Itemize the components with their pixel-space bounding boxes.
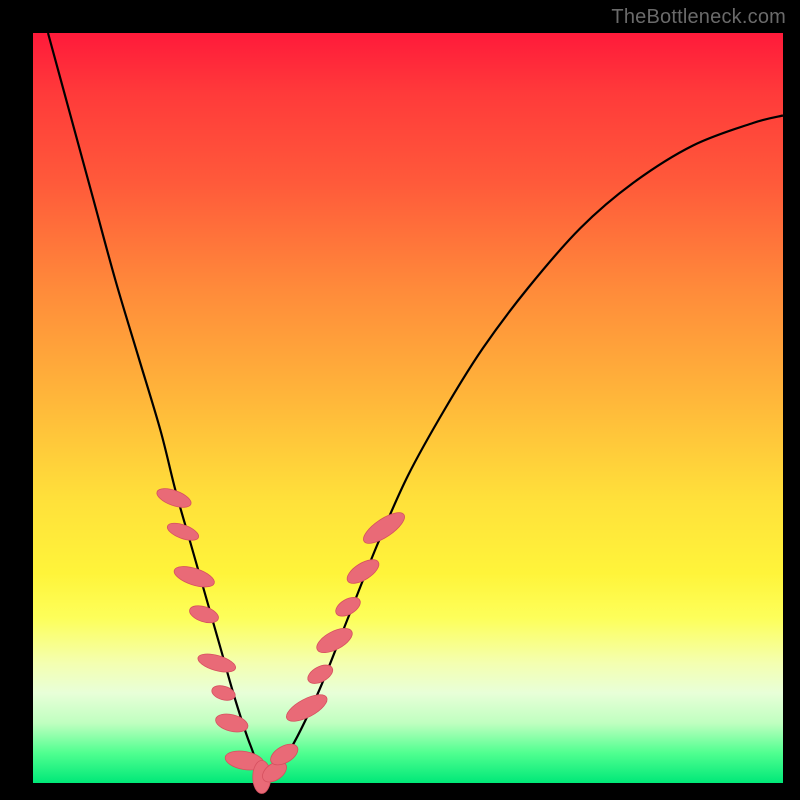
bead <box>187 602 220 626</box>
bead <box>210 683 237 703</box>
bead <box>196 650 238 675</box>
bead <box>343 555 382 588</box>
bead <box>165 520 201 544</box>
watermark-text: TheBottleneck.com <box>611 6 786 29</box>
bottleneck-curve <box>48 33 783 776</box>
bead <box>359 507 409 549</box>
bead-group <box>155 485 409 794</box>
chart-frame <box>33 33 783 783</box>
bead <box>305 661 336 687</box>
bottleneck-chart <box>33 33 783 783</box>
bead <box>283 689 331 726</box>
bead <box>172 562 217 591</box>
